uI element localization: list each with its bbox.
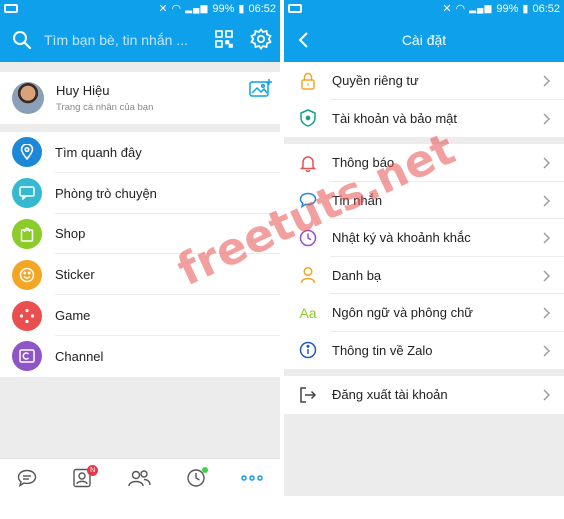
message-icon — [298, 190, 318, 210]
menu-label: Shop — [55, 226, 86, 242]
timeline-clock-icon[interactable] — [186, 466, 208, 488]
status-time: 06:52 — [532, 2, 560, 15]
mute-icon: ✕ — [158, 3, 168, 15]
status-bar: ✕ ◠ ▂▄▆ 99% ▮ 06:52 — [284, 0, 564, 17]
car-icon — [4, 4, 18, 13]
contacts-icon[interactable]: N — [72, 464, 99, 488]
chevron-right-icon — [543, 344, 550, 362]
search-icon[interactable] — [12, 30, 32, 50]
add-photo-icon[interactable] — [249, 78, 273, 98]
shopping-bag-icon — [12, 218, 42, 249]
menu-item-chat-room[interactable]: Phòng trò chuyện — [0, 173, 280, 214]
settings-label: Thông tin về Zalo — [332, 342, 433, 358]
messages-icon[interactable] — [17, 469, 37, 487]
info-icon — [298, 340, 318, 360]
settings-item-notifications[interactable]: Thông báo — [284, 144, 564, 182]
settings-group-general: Thông báo Tin nhắn Nhật ký và khoảnh khắ… — [284, 144, 564, 369]
font-icon: Aa — [299, 304, 317, 321]
menu-label: Sticker — [55, 267, 95, 283]
signal-icon: ▂▄▆ — [469, 3, 493, 13]
settings-label: Danh bạ — [332, 267, 382, 283]
settings-label: Quyền riêng tư — [332, 73, 419, 89]
search-input[interactable]: Tìm bạn bè, tin nhắn ... — [44, 32, 188, 48]
channel-icon — [12, 341, 42, 372]
clock-icon — [298, 228, 318, 248]
battery-level: 99% — [212, 2, 235, 15]
wifi-icon: ◠ — [171, 3, 182, 15]
page-title: Cài đặt — [401, 31, 447, 48]
menu-item-channel[interactable]: Channel — [0, 336, 280, 377]
location-pin-icon — [12, 137, 42, 168]
signal-icon: ▂▄▆ — [185, 3, 209, 13]
lock-icon — [298, 71, 318, 91]
profile-row[interactable]: Huy Hiệu Trang cá nhân của bạn — [0, 72, 280, 124]
chevron-right-icon — [543, 194, 550, 212]
status-time: 06:52 — [248, 2, 276, 15]
mute-icon: ✕ — [442, 3, 452, 15]
avatar[interactable] — [12, 82, 44, 114]
chevron-right-icon — [543, 306, 550, 324]
settings-label: Tin nhắn — [332, 192, 383, 208]
bell-icon — [298, 153, 318, 173]
settings-screen: ✕ ◠ ▂▄▆ 99% ▮ 06:52 Cài đặt Quyền riêng … — [284, 0, 564, 496]
settings-item-privacy[interactable]: Quyền riêng tư — [284, 62, 564, 100]
logout-icon — [298, 385, 318, 405]
person-icon — [298, 265, 318, 285]
menu-label: Game — [55, 308, 91, 324]
shield-icon — [298, 108, 318, 128]
back-arrow-icon[interactable] — [298, 31, 310, 49]
settings-item-messages[interactable]: Tin nhắn — [284, 182, 564, 219]
chevron-right-icon — [543, 388, 550, 406]
battery-icon: ▮ — [238, 3, 245, 15]
battery-level: 99% — [496, 2, 519, 15]
menu-item-game[interactable]: Game — [0, 295, 280, 336]
contacts-badge: N — [87, 464, 99, 476]
menu-item-nearby[interactable]: Tìm quanh đây — [0, 132, 280, 173]
car-icon — [288, 4, 302, 13]
settings-header: Cài đặt — [284, 17, 564, 62]
settings-group-privacy: Quyền riêng tư Tài khoản và bảo mật — [284, 62, 564, 137]
settings-item-account-security[interactable]: Tài khoản và bảo mật — [284, 100, 564, 138]
settings-item-diary[interactable]: Nhật ký và khoảnh khắc — [284, 219, 564, 257]
smiley-icon — [12, 259, 42, 290]
settings-group-logout: Đăng xuất tài khoản — [284, 376, 564, 414]
chevron-right-icon — [543, 74, 550, 92]
groups-icon[interactable] — [127, 469, 151, 487]
menu-label: Tìm quanh đây — [55, 144, 142, 160]
battery-icon: ▮ — [522, 3, 529, 15]
left-screen: ✕ ◠ ▂▄▆ 99% ▮ 06:52 Tìm bạn bè, tin nhắn… — [0, 0, 280, 496]
settings-item-language-font[interactable]: Aa Ngôn ngữ và phông chữ — [284, 294, 564, 332]
wifi-icon: ◠ — [455, 3, 466, 15]
settings-label: Nhật ký và khoảnh khắc — [332, 230, 471, 246]
search-bar[interactable]: Tìm bạn bè, tin nhắn ... — [0, 17, 280, 62]
chevron-right-icon — [543, 156, 550, 174]
chat-room-icon — [12, 178, 42, 209]
chevron-right-icon — [543, 269, 550, 287]
profile-subtitle: Trang cá nhân của bạn — [56, 102, 154, 113]
profile-name: Huy Hiệu — [56, 83, 110, 98]
bottom-nav: N — [0, 458, 280, 496]
settings-item-logout[interactable]: Đăng xuất tài khoản — [284, 376, 564, 414]
menu-item-shop[interactable]: Shop — [0, 214, 280, 255]
settings-label: Tài khoản và bảo mật — [332, 110, 458, 126]
settings-item-contacts[interactable]: Danh bạ — [284, 257, 564, 294]
chevron-right-icon — [543, 231, 550, 249]
settings-label: Đăng xuất tài khoản — [332, 387, 448, 403]
discover-menu: Tìm quanh đây Phòng trò chuyện Shop Stic… — [0, 132, 280, 377]
gamepad-icon — [12, 300, 42, 331]
settings-label: Thông báo — [332, 155, 395, 171]
menu-item-sticker[interactable]: Sticker — [0, 254, 280, 296]
status-bar: ✕ ◠ ▂▄▆ 99% ▮ 06:52 — [0, 0, 280, 17]
settings-label: Ngôn ngữ và phông chữ — [332, 305, 474, 321]
settings-item-about-zalo[interactable]: Thông tin về Zalo — [284, 332, 564, 370]
menu-label: Channel — [55, 348, 104, 364]
chevron-right-icon — [543, 112, 550, 130]
timeline-notification-dot — [201, 466, 208, 473]
qr-code-icon[interactable] — [215, 30, 233, 48]
more-icon[interactable] — [240, 474, 263, 481]
menu-label: Phòng trò chuyện — [55, 185, 157, 201]
settings-gear-icon[interactable] — [250, 28, 272, 50]
